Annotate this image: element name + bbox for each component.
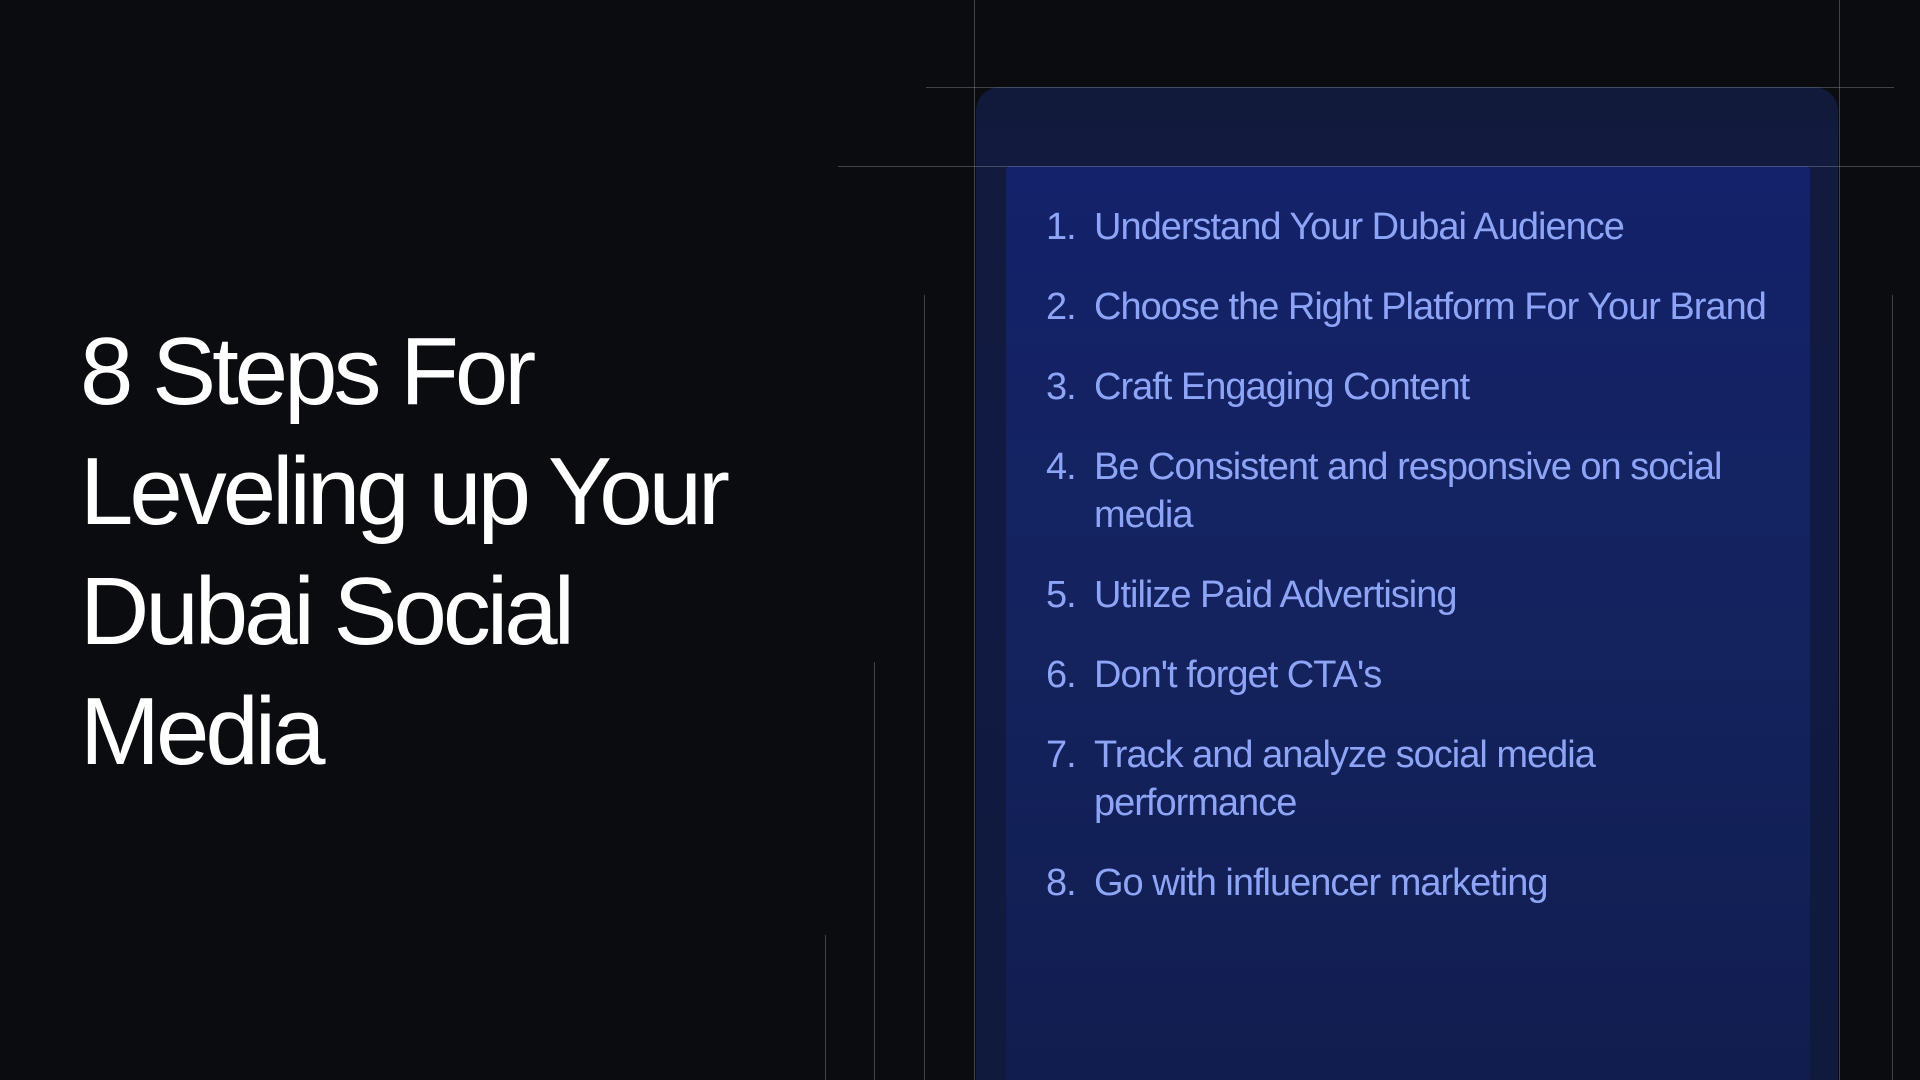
decor-line-vertical-2 [1839,0,1840,1080]
step-text: Understand Your Dubai Audience [1094,206,1625,248]
step-text: Craft Engaging Content [1094,366,1470,408]
title-line-4: Media [80,678,325,785]
title-line-3: Dubai Social [80,558,575,665]
decor-line-vertical-5 [825,935,826,1080]
decor-line-vertical-4 [874,662,875,1080]
step-number: 2. [1046,286,1077,328]
step-text: Be Consistent and responsive on social m… [1094,446,1722,536]
title-line-1: 8 Steps For [80,318,536,425]
steps-list: 1. Understand Your Dubai Audience 2. Cho… [1046,203,1786,939]
step-text: Utilize Paid Advertising [1094,574,1458,616]
decor-line-horizontal-1 [926,87,1894,88]
list-item-step-5: 5. Utilize Paid Advertising [1046,571,1786,619]
decor-line-vertical-3 [924,295,925,1080]
list-item-step-1: 1. Understand Your Dubai Audience [1046,203,1786,251]
step-number: 6. [1046,654,1077,696]
step-number: 1. [1046,206,1077,248]
step-text: Choose the Right Platform For Your Brand [1094,286,1767,328]
list-item-step-2: 2. Choose the Right Platform For Your Br… [1046,283,1786,331]
title-line-2: Leveling up Your [80,438,730,545]
page-title: 8 Steps For Leveling up Your Dubai Socia… [80,312,800,792]
list-item-step-8: 8. Go with influencer marketing [1046,859,1786,907]
decor-line-vertical-1 [974,0,975,1080]
step-number: 5. [1046,574,1077,616]
step-number: 8. [1046,862,1077,904]
step-number: 3. [1046,366,1077,408]
step-number: 4. [1046,446,1077,488]
step-text: Track and analyze social media performan… [1094,734,1596,824]
decor-line-horizontal-2 [838,166,1920,167]
list-item-step-7: 7. Track and analyze social media perfor… [1046,731,1786,827]
list-item-step-4: 4. Be Consistent and responsive on socia… [1046,443,1786,539]
list-item-step-3: 3. Craft Engaging Content [1046,363,1786,411]
list-item-step-6: 6. Don't forget CTA's [1046,651,1786,699]
step-number: 7. [1046,734,1077,776]
decor-line-vertical-6 [1892,295,1893,1080]
step-text: Go with influencer marketing [1094,862,1549,904]
step-text: Don't forget CTA's [1094,654,1382,696]
